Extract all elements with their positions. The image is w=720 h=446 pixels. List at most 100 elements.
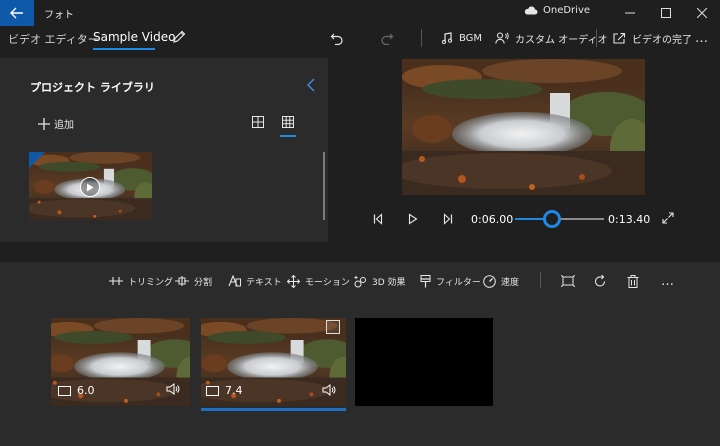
close-button[interactable] <box>684 0 720 26</box>
speed-button[interactable]: 速度 <box>483 274 519 288</box>
storyboard-more-icon: … <box>661 273 674 289</box>
trim-icon <box>109 277 123 285</box>
clip-2-volume-button[interactable] <box>322 384 336 396</box>
collapse-library-button[interactable] <box>306 78 316 92</box>
bgm-label: BGM <box>459 32 483 44</box>
minimize-icon <box>625 12 635 14</box>
storyboard-clip-3[interactable] <box>355 318 493 406</box>
filters-label: フィルター <box>436 277 481 288</box>
storyboard-toolbar-divider <box>540 272 541 288</box>
storyboard-more-button[interactable]: … <box>661 273 674 289</box>
maximize-icon <box>661 8 671 18</box>
speedometer-icon <box>483 274 496 288</box>
total-time: 0:13.40 <box>608 213 651 226</box>
speaker-icon <box>322 384 336 396</box>
split-icon <box>175 276 189 286</box>
export-icon <box>613 32 626 44</box>
clip-2-duration-label: 7.4 <box>225 384 243 397</box>
add-media-label: 追加 <box>54 120 74 131</box>
next-frame-icon <box>443 213 453 225</box>
arrow-left-icon <box>10 7 23 19</box>
add-media-button[interactable]: 追加 <box>38 116 74 131</box>
3d-effects-button[interactable]: 3D 効果 <box>354 274 406 288</box>
close-icon <box>697 8 707 18</box>
redo-button[interactable] <box>380 28 394 48</box>
remove-black-bars-button[interactable] <box>561 274 575 288</box>
current-time: 0:06.00 <box>471 213 514 226</box>
split-button[interactable]: 分割 <box>175 274 212 288</box>
finish-video-label: ビデオの完了 <box>632 34 692 46</box>
play-button[interactable] <box>408 213 418 225</box>
trim-button[interactable]: トリミング <box>109 274 173 288</box>
cloud-icon <box>524 6 538 15</box>
rotate-button[interactable] <box>594 274 607 288</box>
play-icon <box>87 183 94 191</box>
trim-label: トリミング <box>128 277 174 288</box>
finish-video-button[interactable]: ビデオの完了 <box>613 28 692 48</box>
small-grid-view-button[interactable] <box>282 116 294 128</box>
clip-1-duration: 6.0 <box>58 384 95 397</box>
grid-small-icon <box>282 116 294 128</box>
rename-button[interactable] <box>172 30 186 44</box>
clip-2-select-checkbox[interactable] <box>326 320 340 334</box>
project-title-underline <box>93 48 155 50</box>
custom-audio-button[interactable]: カスタム オーディオ <box>495 28 607 48</box>
custom-audio-label: カスタム オーディオ <box>515 34 608 46</box>
clip-1-duration-label: 6.0 <box>77 384 95 397</box>
plus-icon <box>38 117 50 130</box>
clip-frame-icon <box>206 385 219 396</box>
filter-brush-icon <box>420 274 431 287</box>
motion-label: モーション <box>305 277 350 288</box>
delete-button[interactable] <box>627 274 639 288</box>
redo-icon <box>381 33 394 45</box>
selected-clip-indicator <box>201 408 346 411</box>
clip-2-duration: 7.4 <box>206 384 243 397</box>
seek-bar-thumb[interactable] <box>543 210 562 228</box>
motion-icon <box>287 274 300 288</box>
app-name: フォト <box>44 10 74 21</box>
back-button[interactable] <box>0 0 34 26</box>
person-audio-icon <box>495 32 509 44</box>
more-options-button[interactable]: … <box>695 28 708 48</box>
next-frame-button[interactable] <box>443 213 453 225</box>
rotate-icon <box>595 274 606 287</box>
text-button[interactable]: テキスト <box>228 274 282 288</box>
resize-frame-icon <box>561 275 575 287</box>
clip-frame-icon <box>58 385 71 396</box>
speed-label: 速度 <box>501 277 520 288</box>
pencil-icon <box>173 30 186 43</box>
clip-1-volume-button[interactable] <box>166 383 180 395</box>
3d-effects-icon <box>354 275 366 287</box>
filters-button[interactable]: フィルター <box>420 274 481 288</box>
project-library-title: プロジェクト ライブラリ <box>30 81 155 94</box>
previous-frame-icon <box>373 213 383 225</box>
play-thumbnail-button[interactable] <box>80 177 100 197</box>
maximize-button[interactable] <box>648 0 684 26</box>
trash-icon <box>627 274 639 288</box>
added-to-project-marker <box>29 152 45 168</box>
active-view-indicator <box>280 135 296 137</box>
bgm-button[interactable]: BGM <box>441 28 482 48</box>
play-icon <box>408 213 418 225</box>
large-grid-view-button[interactable] <box>252 116 264 128</box>
music-note-icon <box>441 32 453 44</box>
expand-icon <box>662 212 674 224</box>
project-title: Sample Video <box>93 30 176 44</box>
undo-button[interactable] <box>330 28 344 48</box>
library-scrollbar[interactable] <box>323 152 325 220</box>
text-icon <box>228 275 241 287</box>
motion-button[interactable]: モーション <box>287 274 350 288</box>
previous-frame-button[interactable] <box>373 213 383 225</box>
toolbar-divider <box>421 29 422 47</box>
more-icon: … <box>695 30 708 46</box>
undo-icon <box>330 33 343 45</box>
chevron-left-icon <box>307 78 315 92</box>
onedrive-status[interactable]: OneDrive <box>524 5 590 16</box>
text-label: テキスト <box>246 277 282 288</box>
split-label: 分割 <box>194 277 213 288</box>
video-preview[interactable] <box>402 59 645 195</box>
minimize-button[interactable] <box>612 0 648 26</box>
onedrive-label: OneDrive <box>543 5 591 16</box>
fullscreen-button[interactable] <box>662 212 674 224</box>
breadcrumb-video-editor[interactable]: ビデオ エディター <box>8 31 99 47</box>
